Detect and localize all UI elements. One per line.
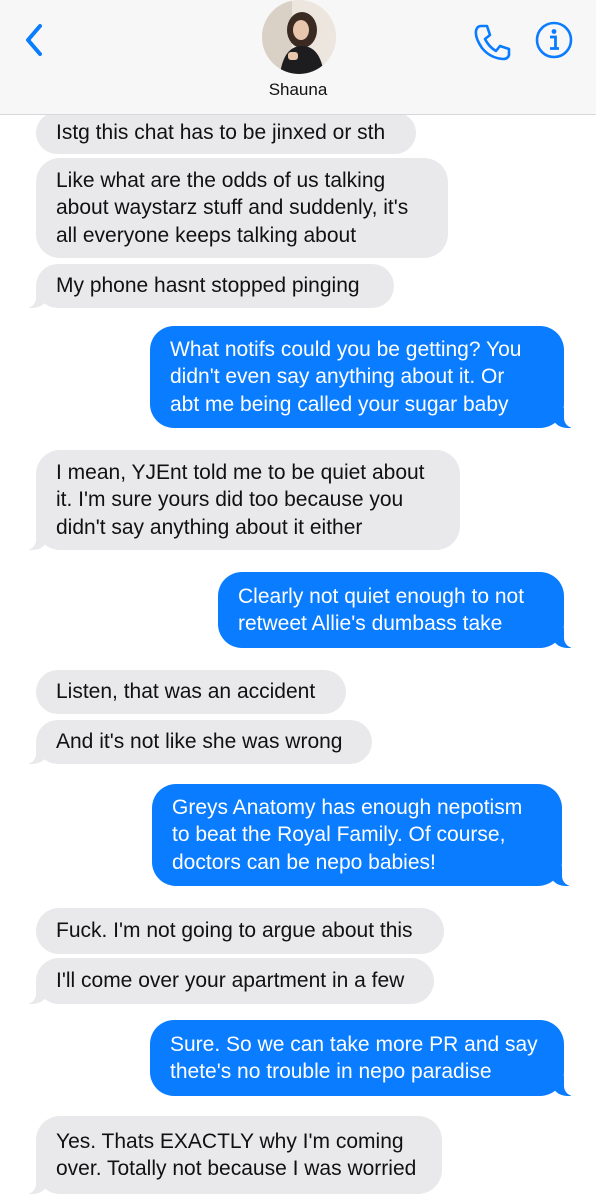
message-bubble-incoming[interactable]: Fuck. I'm not going to argue about this	[36, 908, 444, 954]
message-text: My phone hasnt stopped pinging	[56, 274, 360, 298]
message-text: Clearly not quiet enough to not retweet …	[238, 584, 525, 636]
message-text: What notifs could you be getting? You di…	[170, 337, 522, 416]
message-bubble-incoming[interactable]: And it's not like she was wrong	[16, 720, 372, 764]
message-text: Sure. So we can take more PR and say the…	[170, 1032, 538, 1084]
message-bubble-incoming[interactable]: My phone hasnt stopped pinging	[16, 264, 394, 308]
contact-name[interactable]: Shauna	[0, 80, 596, 100]
message-bubble-incoming[interactable]: Like what are the odds of us talking abo…	[36, 158, 448, 258]
message-bubble-incoming[interactable]: Listen, that was an accident	[36, 670, 346, 714]
message-bubble-incoming[interactable]: I'll come over your apartment in a few	[16, 958, 434, 1004]
chevron-left-icon[interactable]	[18, 20, 52, 60]
message-thread[interactable]: Istg this chat has to be jinxed or sth L…	[0, 0, 596, 1200]
message-text: I mean, YJEnt told me to be quiet about …	[56, 460, 425, 539]
message-bubble-outgoing[interactable]: Sure. So we can take more PR and say the…	[150, 1020, 584, 1096]
message-text: Like what are the odds of us talking abo…	[56, 168, 409, 247]
message-text: Listen, that was an accident	[56, 680, 316, 704]
message-bubble-outgoing[interactable]: Greys Anatomy has enough nepotism to bea…	[152, 784, 582, 886]
avatar[interactable]	[262, 0, 336, 74]
message-text: Greys Anatomy has enough nepotism to bea…	[172, 795, 523, 874]
message-bubble-incoming[interactable]: I mean, YJEnt told me to be quiet about …	[16, 450, 460, 550]
message-text: And it's not like she was wrong	[56, 730, 343, 754]
message-bubble-outgoing[interactable]: Clearly not quiet enough to not retweet …	[218, 572, 584, 648]
message-text: Fuck. I'm not going to argue about this	[56, 919, 413, 943]
info-icon[interactable]	[532, 18, 576, 62]
message-bubble-outgoing[interactable]: What notifs could you be getting? You di…	[150, 326, 584, 428]
message-text: Yes. Thats EXACTLY why I'm coming over. …	[56, 1129, 417, 1181]
message-bubble-incoming[interactable]: Istg this chat has to be jinxed or sth	[36, 112, 416, 154]
phone-icon[interactable]	[470, 20, 514, 64]
message-text: Istg this chat has to be jinxed or sth	[56, 121, 386, 145]
conversation-header: Shauna	[0, 0, 596, 115]
message-bubble-incoming[interactable]: Yes. Thats EXACTLY why I'm coming over. …	[16, 1116, 442, 1194]
message-text: I'll come over your apartment in a few	[56, 969, 405, 993]
